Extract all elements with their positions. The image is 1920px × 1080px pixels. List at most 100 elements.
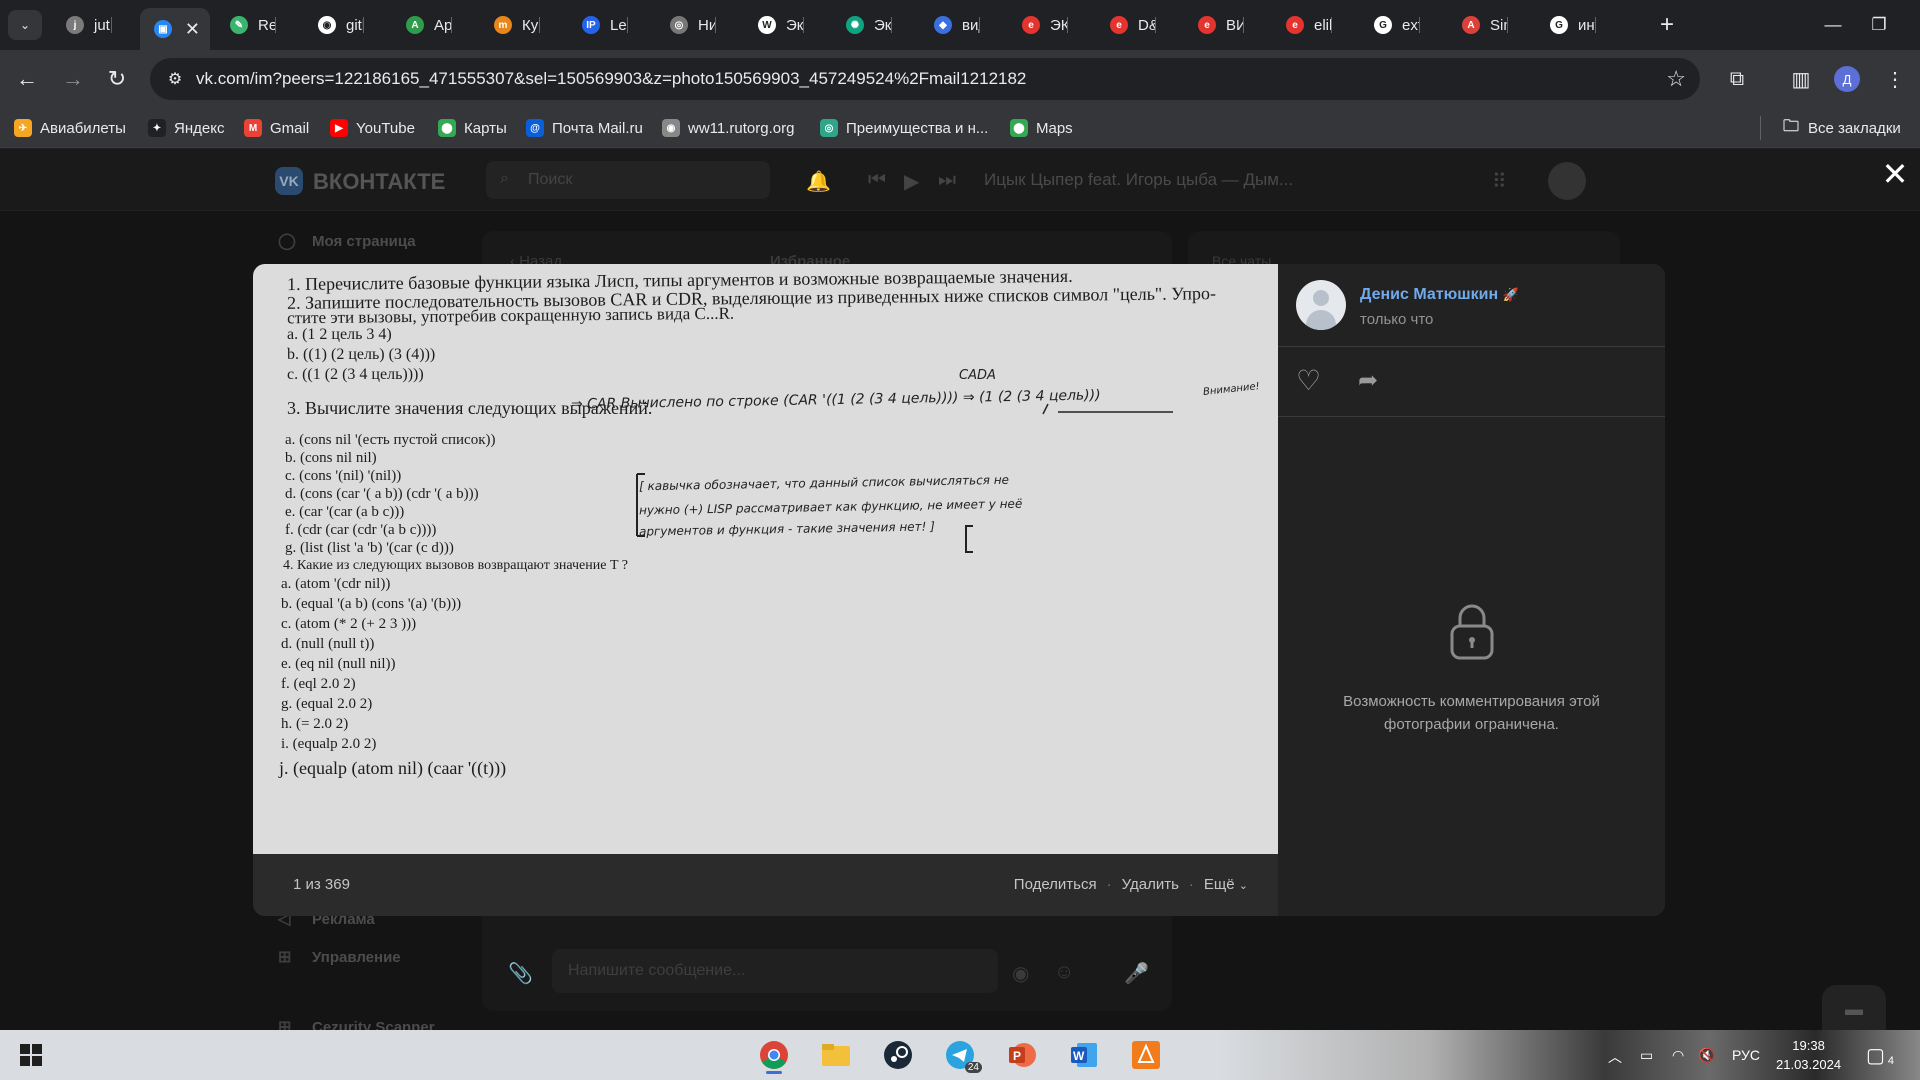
vk-search-input[interactable]: ⌕ Поиск [486,161,770,199]
browser-tab[interactable]: W Экст [744,8,804,42]
browser-tab[interactable]: j jut.su [52,8,112,42]
prev-track-icon[interactable]: ⏮ [868,169,886,192]
vk-user-avatar[interactable] [1548,162,1586,200]
reload-button[interactable]: ↻ [102,64,132,94]
extensions-icon[interactable]: ⧉ [1722,64,1752,94]
all-bookmarks[interactable]: 🗀 Все закладки [1782,116,1901,140]
apps-icon[interactable]: ⠿ [1492,169,1507,194]
forward-button[interactable]: → [58,64,88,94]
system-clock[interactable]: 19:38 21.03.2024 [1776,1036,1841,1074]
tab-close-icon[interactable]: ✕ [185,19,200,40]
bookmark-item[interactable]: @ Почта Mail.ru [526,116,643,140]
bookmark-item[interactable]: M Gmail [244,116,309,140]
emoji-icon[interactable]: ☺ [1054,961,1074,984]
browser-tab[interactable]: e ЭКС [1008,8,1068,42]
share-arrow-icon[interactable]: ➦ [1358,366,1378,395]
microphone-icon[interactable]: 🎤 [1124,961,1149,986]
browser-tab[interactable]: ◉ githu [304,8,364,42]
now-playing[interactable]: Ицык Цыпер feat. Игорь цыба — Дым... [984,170,1293,190]
telegram-icon[interactable]: 24 [940,1035,982,1075]
bookmark-label: Авиабилеты [40,119,126,137]
sidebar-item-scanner[interactable]: ⊞ Cezurity Scanner [278,1017,435,1031]
chat-bubble-icon[interactable]: ▬ [1822,985,1886,1030]
address-bar[interactable]: ⚙ vk.com/im?peers=122186165_471555307&se… [150,58,1700,100]
bookmark-item[interactable]: ▶ YouTube [330,116,415,140]
share-link[interactable]: Поделиться [1014,876,1097,893]
tab-favicon-icon: ✺ [846,16,864,34]
tab-separator [111,17,112,33]
profile-avatar[interactable]: Д [1834,66,1860,92]
tab-label: githu [346,16,364,34]
camera-icon[interactable]: ◉ [1012,961,1029,986]
browser-tab[interactable]: IP Lectu [568,8,628,42]
language-indicator[interactable]: РУС [1732,1047,1760,1063]
tab-favicon-icon: ▣ [154,20,172,38]
bookmark-item[interactable]: ✦ Яндекс [148,116,224,140]
play-icon[interactable]: ▶ [904,169,919,194]
sidebar-item-my-page[interactable]: ◯ Моя страница [278,231,416,251]
chrome-icon[interactable] [754,1035,794,1075]
bell-icon[interactable]: 🔔 [806,169,831,194]
network-app-icon[interactable] [1126,1035,1166,1075]
side-panel-icon[interactable]: ▥ [1786,64,1816,94]
bookmark-item[interactable]: ⬤ Карты [438,116,507,140]
browser-tab[interactable]: e ВИД [1184,8,1244,42]
tab-separator [539,17,540,33]
bookmark-label: Maps [1036,119,1073,137]
volume-icon[interactable]: 🔇 [1698,1047,1715,1064]
windows-start-icon[interactable] [20,1044,42,1066]
bookmark-item[interactable]: ⬤ Maps [1010,116,1073,140]
photo-image[interactable]: 1. Перечислите базовые функции языка Лис… [253,264,1278,854]
notification-center-icon[interactable]: ▢ 4 [1866,1043,1894,1067]
bookmark-item[interactable]: ◉ ww11.rutorg.org [662,116,794,140]
browser-tab[interactable]: Gинте [1536,8,1596,42]
browser-tab[interactable]: e D&P [1096,8,1156,42]
browser-tab[interactable]: eelibr [1272,8,1332,42]
tab-search-button[interactable]: ⌄ [8,10,42,40]
heart-icon[interactable]: ♡ [1296,364,1321,397]
browser-tab[interactable]: ✺ Экст [832,8,892,42]
tab-separator [1595,17,1596,33]
tray-chevron-icon[interactable]: ︿ [1608,1047,1622,1067]
comments-restricted-text: Возможность комментирования этой фотогра… [1343,693,1600,733]
restore-button[interactable]: ❐ [1856,10,1902,40]
battery-icon[interactable]: ▭ [1640,1047,1653,1064]
minimize-button[interactable]: — [1810,10,1856,40]
browser-tab[interactable]: ✎ Repl [216,8,276,42]
new-tab-button[interactable]: + [1652,10,1682,40]
delete-link[interactable]: Удалить [1122,876,1179,893]
divider [1278,346,1665,347]
bookmark-item[interactable]: ✈ Авиабилеты [14,116,126,140]
browser-tab[interactable]: A Simp [1448,8,1508,42]
browser-tab[interactable]: A Арас [392,8,452,42]
message-input[interactable]: Напишите сообщение... [552,949,998,993]
menu-icon[interactable]: ⋮ [1880,64,1910,94]
author-name[interactable]: Денис Матюшкин 🚀 [1360,286,1519,304]
sidebar-item-manage[interactable]: ⊞ Управление [278,947,401,967]
file-explorer-icon[interactable] [816,1035,856,1075]
site-info-icon[interactable]: ⚙ [164,68,186,90]
next-track-icon[interactable]: ⏭ [938,169,956,192]
steam-icon[interactable] [878,1035,918,1075]
tab-strip: ⌄ jjut.su▣✕✎Repl◉githuAАрасmКурсIPLectu◎… [0,0,1920,50]
viewer-close-icon[interactable]: ✕ [1880,158,1910,190]
more-link[interactable]: Ещё ⌄ [1204,876,1248,893]
browser-tab[interactable]: m Курс [480,8,540,42]
tab-favicon-icon: ◎ [670,16,688,34]
tab-favicon-icon: ◉ [318,16,336,34]
word-icon[interactable]: W [1064,1035,1104,1075]
attach-icon[interactable]: 📎 [508,961,533,986]
tab-label: инте [1578,16,1596,34]
vk-logo-icon[interactable]: VK [275,167,303,195]
wifi-icon[interactable]: ◠ [1672,1047,1684,1064]
browser-tab[interactable]: ◎ НиО [656,8,716,42]
browser-tab[interactable]: Gextre [1360,8,1420,42]
powerpoint-icon[interactable]: P [1002,1035,1042,1075]
tab-favicon-icon: e [1022,16,1040,34]
bookmark-item[interactable]: ◎ Преимущества и н... [820,116,988,140]
author-avatar[interactable] [1296,280,1346,330]
browser-tab[interactable]: ▣ ✕ [140,8,210,50]
browser-tab[interactable]: ◆ видь [920,8,980,42]
bookmark-star-icon[interactable]: ☆ [1666,66,1686,92]
back-button[interactable]: ← [12,64,42,94]
